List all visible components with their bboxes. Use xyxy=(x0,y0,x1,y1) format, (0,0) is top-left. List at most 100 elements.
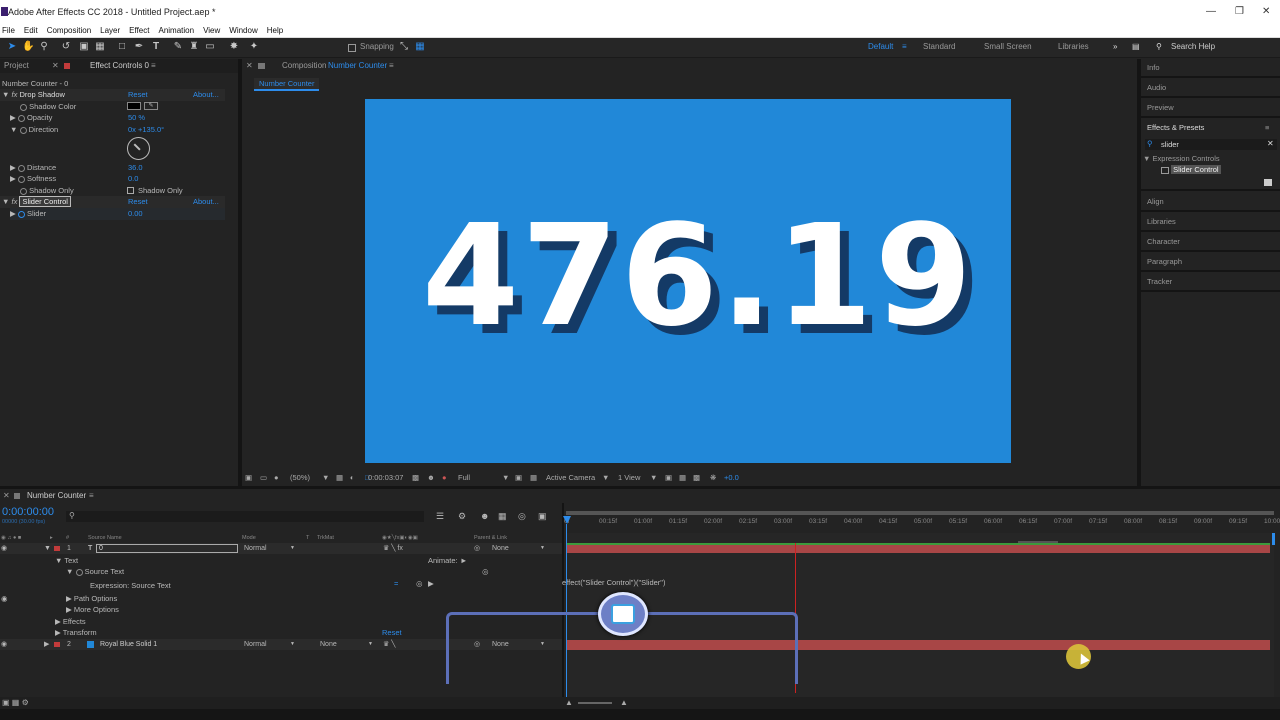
mode-dropdown[interactable]: Normal xyxy=(244,639,267,650)
sync-settings-icon[interactable]: ▤ xyxy=(1132,42,1140,51)
stopwatch-icon[interactable] xyxy=(17,175,25,183)
playhead-marker[interactable] xyxy=(563,516,571,524)
mask-icon[interactable]: ● xyxy=(274,469,279,486)
close-icon[interactable]: ✕ xyxy=(1262,0,1270,24)
tab-timeline[interactable]: Number Counter xyxy=(27,489,86,503)
timeline-search-field[interactable]: ⚲ xyxy=(66,511,424,522)
camera-dropdown[interactable]: Active Camera xyxy=(546,469,595,486)
stopwatch-icon[interactable] xyxy=(17,114,25,122)
timeline-menu-icon[interactable]: ≡ xyxy=(89,489,94,503)
tree-group-expression-controls[interactable]: ▼ Expression Controls xyxy=(1143,153,1220,165)
workspace-small-screen[interactable]: Small Screen xyxy=(984,42,1032,51)
expression-language-icon[interactable]: ▶ xyxy=(428,578,434,590)
trkmat-dropdown[interactable]: None xyxy=(320,639,337,650)
flowchart-icon[interactable]: ▩ xyxy=(693,469,700,486)
panel-effects-presets[interactable]: Effects & Presets xyxy=(1147,122,1204,134)
eyedropper-icon[interactable]: ✎ xyxy=(144,102,158,110)
always-preview-icon[interactable]: ▣ xyxy=(245,469,252,486)
more-options-row[interactable]: ▶ More Options xyxy=(66,604,119,616)
eraser-tool-icon[interactable]: ▭ xyxy=(204,41,216,53)
pixel-aspect-icon[interactable]: ▣ xyxy=(665,469,672,486)
eye-icon[interactable]: ◉ xyxy=(1,639,7,650)
frame-blending-icon[interactable]: ▦ xyxy=(498,511,507,522)
timeline-close-icon[interactable]: ✕ xyxy=(3,489,10,503)
roto-brush-tool-icon[interactable]: ✸ xyxy=(228,41,240,53)
stopwatch-icon[interactable] xyxy=(20,103,27,111)
workspace-default[interactable]: Default xyxy=(868,42,893,51)
motion-blur-icon[interactable]: ◎ xyxy=(518,511,526,522)
pen-tool-icon[interactable]: ✒ xyxy=(133,41,145,53)
distance-value[interactable]: 36.0 xyxy=(128,162,143,174)
new-folder-icon[interactable] xyxy=(1264,179,1272,186)
panel-info[interactable]: Info xyxy=(1147,62,1160,74)
search-icon[interactable]: ⚲ xyxy=(1156,42,1162,51)
eye-icon[interactable]: ◉ xyxy=(1,543,7,554)
menu-effect[interactable]: Effect xyxy=(129,26,149,35)
layer-row[interactable]: ◉ ▼ 1 T 0 Normal ▼ ♛ ╲ fx ◎ None ▼ xyxy=(0,543,562,554)
reset-link[interactable]: Reset xyxy=(128,196,148,208)
menu-window[interactable]: Window xyxy=(229,26,257,35)
transform-reset-link[interactable]: Reset xyxy=(382,627,402,639)
expression-enable-icon[interactable]: = xyxy=(394,578,398,590)
clone-stamp-tool-icon[interactable]: ♜ xyxy=(188,41,200,53)
effect-slider-control-row[interactable]: ▼ fx Slider Control Reset About... xyxy=(0,196,225,208)
shy-layers-icon[interactable]: ☻ xyxy=(480,511,489,521)
slider-value[interactable]: 0.00 xyxy=(128,208,143,220)
expand-layer-switches-icon[interactable]: ▣ ▦ ⚙ xyxy=(2,697,29,709)
zoom-out-icon[interactable]: ▲ xyxy=(565,697,573,709)
grid-icon[interactable]: ▦ xyxy=(336,469,343,486)
snapping-checkbox[interactable] xyxy=(348,44,356,52)
panel-libraries[interactable]: Libraries xyxy=(1147,216,1176,228)
panel-menu-icon[interactable]: ≡ xyxy=(1265,122,1269,134)
current-time[interactable]: 0:00:03:07 xyxy=(368,469,403,486)
layer-switches[interactable]: ♛ ╲ xyxy=(383,639,395,650)
tree-item-slider-control[interactable]: Slider Control xyxy=(1161,164,1221,176)
panel-preview[interactable]: Preview xyxy=(1147,102,1174,114)
composition-chip[interactable]: Number Counter xyxy=(254,78,320,91)
stopwatch-icon[interactable] xyxy=(19,126,27,134)
snapshot-icon[interactable]: ▩ xyxy=(412,469,419,486)
time-ruler[interactable]: 0f 00:15f 01:00f 01:15f 02:00f 02:15f 03:00f 03… xyxy=(564,516,1280,530)
restore-icon[interactable]: ❐ xyxy=(1235,0,1244,24)
timeline-icon[interactable]: ▦ xyxy=(679,469,686,486)
composition-close-icon[interactable]: ✕ xyxy=(246,59,253,73)
about-link[interactable]: About... xyxy=(193,196,219,208)
label-color-swatch[interactable] xyxy=(54,546,60,551)
expression-code[interactable]: effect("Slider Control")("Slider") xyxy=(562,577,665,589)
type-tool-icon[interactable]: T xyxy=(150,41,162,53)
transform-group-row[interactable]: ▶ Transform xyxy=(55,627,97,639)
eye-icon[interactable]: ◉ xyxy=(1,593,8,605)
menu-view[interactable]: View xyxy=(203,26,220,35)
tab-composition[interactable]: Number Counter xyxy=(328,59,387,73)
display-icon[interactable]: ▭ xyxy=(260,469,267,486)
channels-icon[interactable]: ● xyxy=(442,469,447,486)
panel-align[interactable]: Align xyxy=(1147,196,1164,208)
panel-tracker[interactable]: Tracker xyxy=(1147,276,1172,288)
stopwatch-icon[interactable] xyxy=(20,187,27,195)
stopwatch-icon[interactable] xyxy=(17,164,25,172)
work-area-bar[interactable] xyxy=(566,511,1274,515)
softness-value[interactable]: 0.0 xyxy=(128,173,138,185)
layer-name[interactable]: Royal Blue Solid 1 xyxy=(100,639,157,650)
menu-animation[interactable]: Animation xyxy=(158,26,194,35)
minimize-icon[interactable]: — xyxy=(1206,0,1216,24)
snap-options-icon[interactable]: ⤡ xyxy=(398,41,410,53)
camera-tool-icon[interactable]: ▣ xyxy=(78,41,90,53)
expand-arrow-icon[interactable]: ▼ xyxy=(44,543,51,554)
opacity-value[interactable]: 50 % xyxy=(128,112,145,124)
menu-composition[interactable]: Composition xyxy=(47,26,91,35)
text-group-row[interactable]: ▼ Text xyxy=(55,555,78,567)
zoom-in-icon[interactable]: ▲ xyxy=(620,697,628,709)
workspace-menu-icon[interactable]: ≡ xyxy=(902,42,907,51)
menu-edit[interactable]: Edit xyxy=(24,26,38,35)
toggle-transparency-icon[interactable]: ▦ xyxy=(530,469,537,486)
pan-behind-tool-icon[interactable]: ▦ xyxy=(94,41,106,53)
effects-search-field[interactable]: ⚲ slider ✕ xyxy=(1145,139,1277,150)
resolution-dropdown[interactable]: Full xyxy=(458,469,470,486)
stopwatch-icon[interactable] xyxy=(17,210,25,218)
hand-tool-icon[interactable]: ✋ xyxy=(22,41,34,53)
search-help-input[interactable]: Search Help xyxy=(1171,42,1215,51)
about-link[interactable]: About... xyxy=(193,89,219,101)
view-layout-dropdown[interactable]: 1 View xyxy=(618,469,640,486)
parent-dropdown[interactable]: None xyxy=(492,543,509,554)
